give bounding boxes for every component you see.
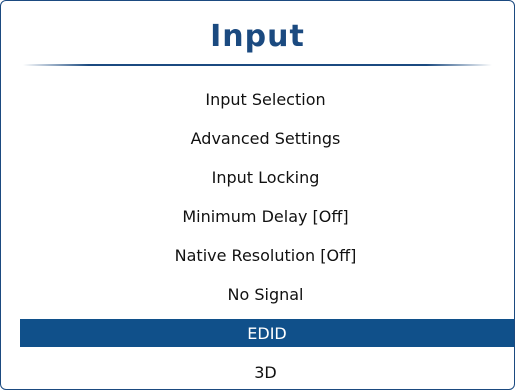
menu-item-no-signal[interactable]: No Signal (17, 280, 514, 308)
input-menu-panel: Input Input Selection Advanced Settings … (0, 0, 515, 390)
title-divider (23, 64, 492, 66)
menu-title: Input (210, 19, 305, 54)
menu-item-input-locking[interactable]: Input Locking (17, 163, 514, 191)
menu-item-input-selection[interactable]: Input Selection (17, 85, 514, 113)
menu-item-advanced-settings[interactable]: Advanced Settings (17, 124, 514, 152)
menu-item-minimum-delay[interactable]: Minimum Delay [Off] (17, 202, 514, 230)
menu-item-edid[interactable]: EDID (20, 319, 514, 347)
menu-item-3d[interactable]: 3D (17, 358, 514, 386)
menu-item-native-resolution[interactable]: Native Resolution [Off] (17, 241, 514, 269)
